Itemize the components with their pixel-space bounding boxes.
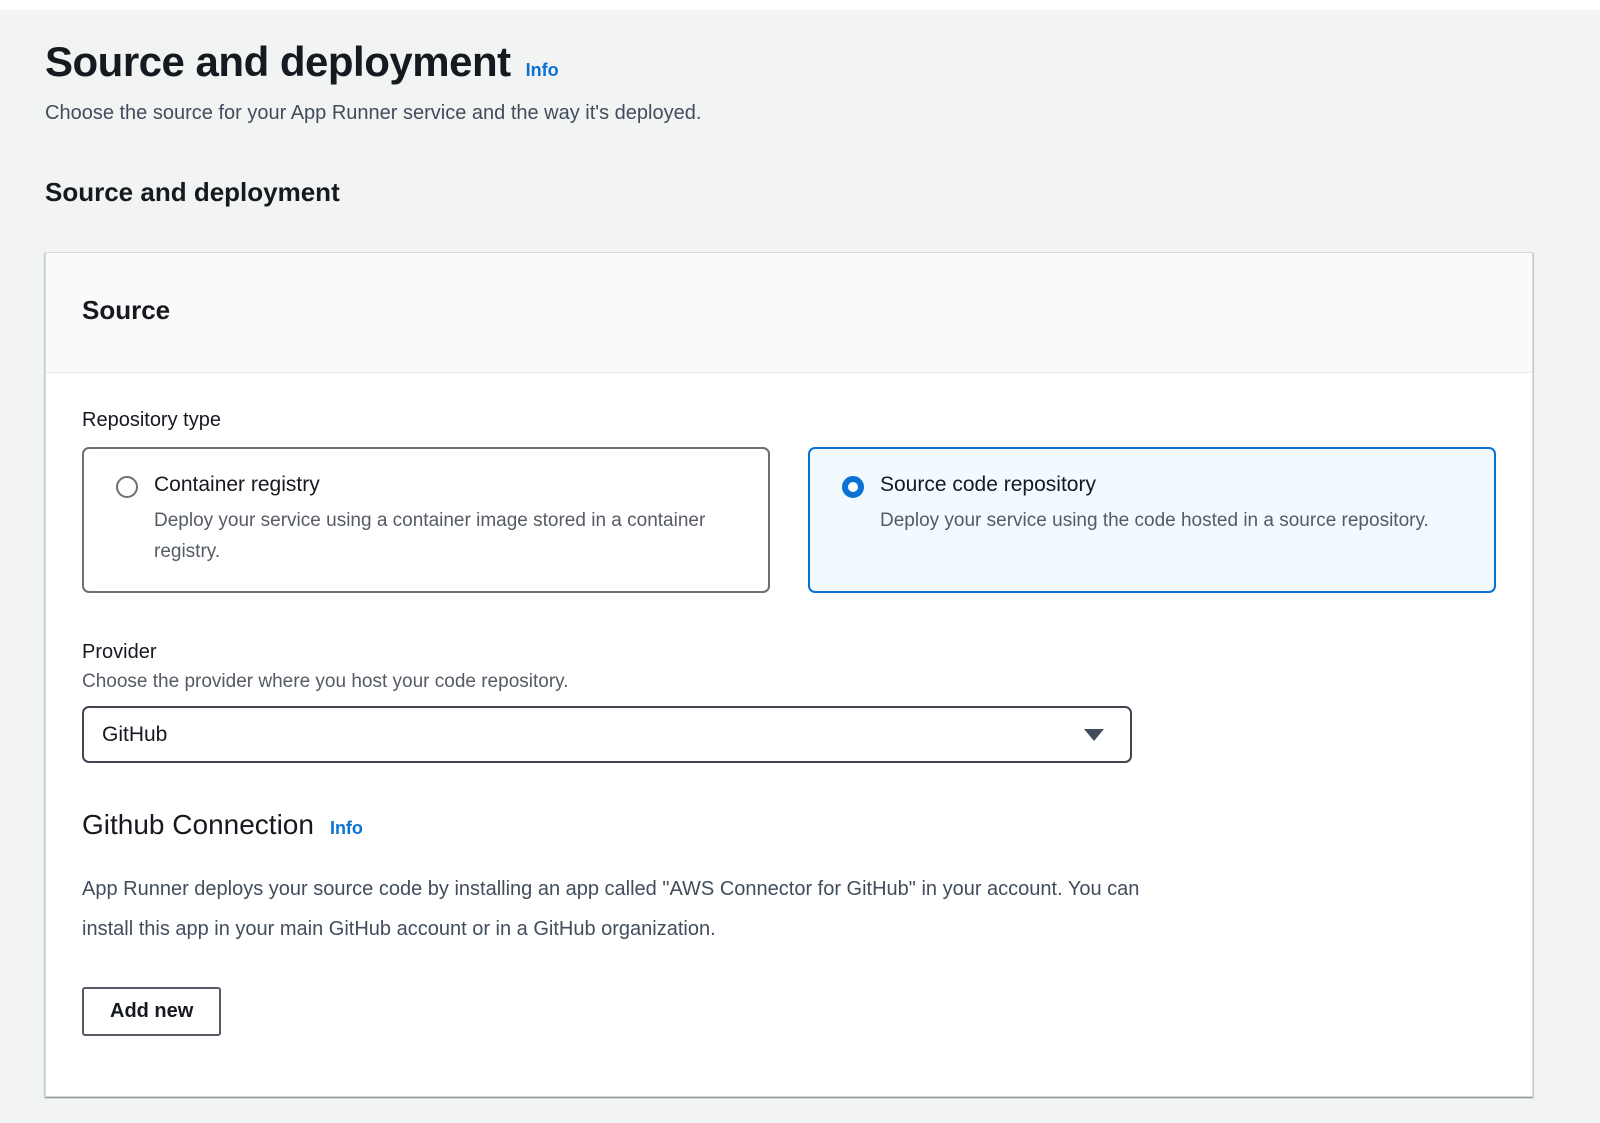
github-connection-section: Github Connection Info App Runner deploy… xyxy=(82,809,1496,1036)
provider-hint: Choose the provider where you host your … xyxy=(82,671,1496,693)
tile-content: Source code repository Deploy your servi… xyxy=(880,473,1429,567)
page-title-info-link[interactable]: Info xyxy=(526,60,559,81)
tile-description: Deploy your service using the code hoste… xyxy=(880,505,1429,536)
add-new-button[interactable]: Add new xyxy=(82,987,221,1036)
github-connection-description: App Runner deploys your source code by i… xyxy=(82,869,1496,949)
tile-description: Deploy your service using a container im… xyxy=(154,505,714,567)
top-strip xyxy=(0,0,1600,10)
page-description: Choose the source for your App Runner se… xyxy=(45,102,1533,125)
provider-select[interactable]: GitHub xyxy=(82,706,1132,763)
radio-unselected-icon[interactable] xyxy=(116,476,138,498)
repository-type-label: Repository type xyxy=(82,409,1496,432)
tile-title: Source code repository xyxy=(880,473,1429,497)
github-connection-info-link[interactable]: Info xyxy=(330,818,363,839)
repository-type-tiles: Container registry Deploy your service u… xyxy=(82,447,1496,593)
github-connection-heading: Github Connection xyxy=(82,809,314,841)
tile-content: Container registry Deploy your service u… xyxy=(154,473,714,567)
caret-down-icon xyxy=(1084,729,1104,741)
provider-field: Provider Choose the provider where you h… xyxy=(82,641,1496,763)
tile-container-registry[interactable]: Container registry Deploy your service u… xyxy=(82,447,770,593)
source-card-title: Source xyxy=(82,295,1496,326)
tile-title: Container registry xyxy=(154,473,714,497)
provider-label: Provider xyxy=(82,641,1496,664)
page-header: Source and deployment Info xyxy=(45,38,1533,86)
page-title: Source and deployment xyxy=(45,38,511,86)
source-card-body: Repository type Container registry Deplo… xyxy=(46,373,1532,1096)
provider-selected-value: GitHub xyxy=(102,723,167,747)
source-card-header: Source xyxy=(46,253,1532,373)
source-card: Source Repository type Container registr… xyxy=(45,252,1533,1097)
section-heading: Source and deployment xyxy=(45,177,1533,208)
tile-source-code-repository[interactable]: Source code repository Deploy your servi… xyxy=(808,447,1496,593)
github-connection-header: Github Connection Info xyxy=(82,809,1496,841)
repository-type-field: Repository type Container registry Deplo… xyxy=(82,409,1496,593)
page-content: Source and deployment Info Choose the so… xyxy=(0,10,1600,1097)
radio-selected-icon[interactable] xyxy=(842,476,864,498)
